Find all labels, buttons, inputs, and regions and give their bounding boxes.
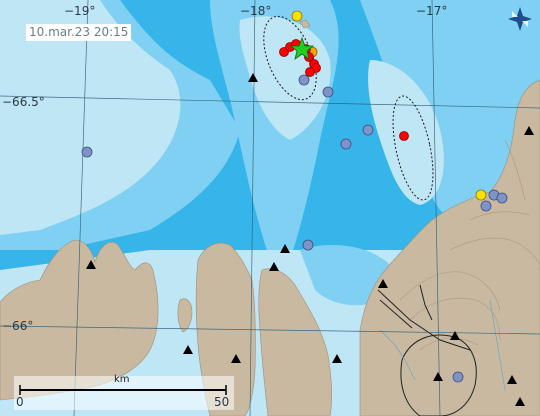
longitude-label: −19° xyxy=(64,4,95,18)
earthquake-marker[interactable] xyxy=(298,74,310,86)
timestamp-label: 10.mar.23 20:15 xyxy=(26,24,132,41)
scale-bar: km 0 50 xyxy=(14,374,234,410)
earthquake-marker[interactable] xyxy=(496,192,508,204)
earthquake-marker[interactable] xyxy=(399,131,409,141)
earthquake-marker[interactable] xyxy=(340,138,352,150)
earthquake-marker[interactable] xyxy=(305,67,315,77)
earthquake-map: −19° −18° −17° −66.5° −66° km 0 50 xyxy=(0,0,540,416)
earthquake-marker[interactable] xyxy=(362,124,374,136)
earthquake-marker[interactable] xyxy=(452,371,464,383)
earthquake-marker[interactable] xyxy=(81,146,93,158)
scale-start: 0 xyxy=(16,395,24,409)
scale-end: 50 xyxy=(214,395,229,409)
scale-unit: km xyxy=(114,374,130,385)
earthquake-marker[interactable] xyxy=(291,10,303,22)
latitude-label: −66° xyxy=(2,319,33,333)
latitude-label: −66.5° xyxy=(2,95,45,109)
earthquake-marker[interactable] xyxy=(302,239,314,251)
earthquake-marker[interactable] xyxy=(322,86,334,98)
earthquake-marker[interactable] xyxy=(480,200,492,212)
longitude-label: −17° xyxy=(416,4,447,18)
longitude-label: −18° xyxy=(240,4,271,18)
earthquake-marker[interactable] xyxy=(475,189,487,201)
